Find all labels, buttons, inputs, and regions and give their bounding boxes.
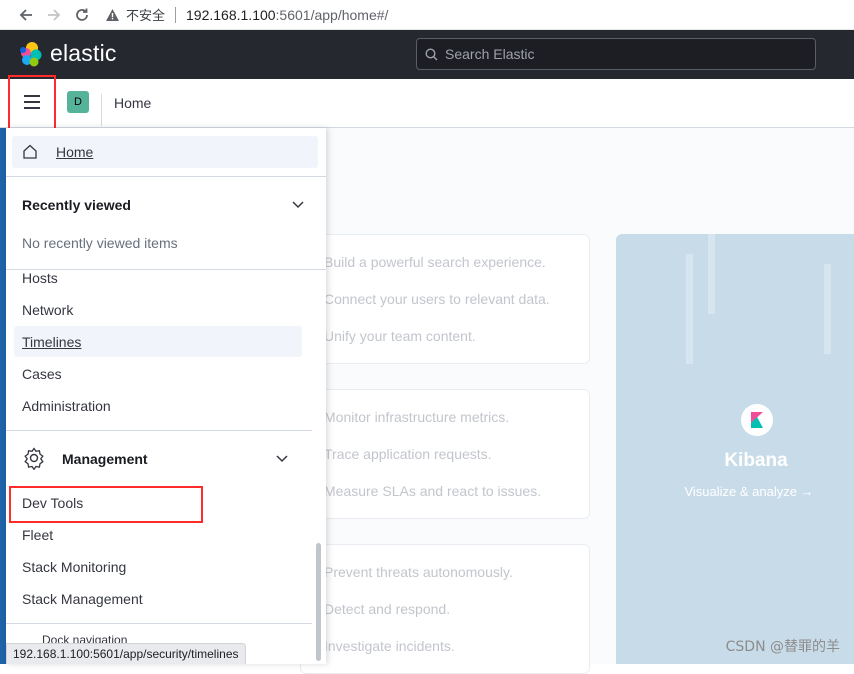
- address-bar[interactable]: 不安全 192.168.1.100:5601/app/home#/: [104, 2, 388, 28]
- url-host: 192.168.1.100: [186, 7, 276, 23]
- nav-item-timelines[interactable]: Timelines: [22, 334, 81, 350]
- divider: [6, 176, 326, 177]
- nav-home[interactable]: Home: [12, 136, 318, 168]
- nav-drawer: Home Recently viewed No recently viewed …: [6, 128, 326, 664]
- card-line: Trace application requests.: [324, 446, 492, 462]
- management-title[interactable]: Management: [62, 451, 148, 467]
- card-line: Detect and respond.: [324, 601, 450, 617]
- card-line: Investigate incidents.: [324, 638, 455, 654]
- observability-card[interactable]: Monitor infrastructure metrics. Trace ap…: [300, 389, 590, 519]
- forward-button[interactable]: [40, 3, 68, 27]
- nav-item-fleet[interactable]: Fleet: [22, 527, 53, 543]
- recently-viewed-empty: No recently viewed items: [22, 235, 178, 251]
- nav-item-stack-management[interactable]: Stack Management: [22, 591, 143, 607]
- security-card[interactable]: Prevent threats autonomously. Detect and…: [300, 544, 590, 674]
- divider: [6, 623, 312, 624]
- card-line: Connect your users to relevant data.: [324, 291, 550, 307]
- logo-text: elastic: [50, 40, 117, 67]
- kibana-logo-icon: [741, 404, 773, 436]
- nav-home-label: Home: [56, 144, 93, 160]
- warning-icon: [104, 7, 120, 23]
- home-icon: [22, 144, 38, 159]
- enterprise-search-card[interactable]: Build a powerful search experience. Conn…: [300, 234, 590, 364]
- url-path: :5601/app/home#/: [276, 7, 389, 23]
- nav-item-dev-tools[interactable]: Dev Tools: [22, 495, 83, 511]
- hamburger-icon[interactable]: [24, 95, 40, 109]
- kibana-title: Kibana: [616, 450, 854, 472]
- nav-item-administration[interactable]: Administration: [22, 398, 111, 414]
- global-search[interactable]: [416, 38, 816, 70]
- divider: [6, 430, 312, 431]
- chevron-down-icon[interactable]: [276, 455, 288, 463]
- card-line: Measure SLAs and react to issues.: [324, 483, 541, 499]
- search-input[interactable]: [445, 46, 805, 62]
- nav-item-network[interactable]: Network: [22, 302, 73, 318]
- elastic-logo-icon[interactable]: [18, 41, 44, 67]
- card-line: Unify your team content.: [324, 328, 476, 344]
- gear-icon: [22, 446, 46, 470]
- nav-item-cases[interactable]: Cases: [22, 366, 62, 382]
- nav-item-hosts[interactable]: Hosts: [22, 270, 58, 286]
- kibana-stripe: [686, 254, 693, 364]
- breadcrumb-divider: [101, 94, 102, 126]
- security-label: 不安全: [126, 5, 165, 24]
- chevron-down-icon[interactable]: [292, 201, 304, 209]
- elastic-header: elastic: [0, 30, 854, 79]
- breadcrumb-home: Home: [114, 95, 151, 111]
- breadcrumb-bar: D Home: [0, 79, 854, 128]
- reload-button[interactable]: [68, 3, 96, 27]
- browser-toolbar: 不安全 192.168.1.100:5601/app/home#/: [0, 0, 854, 30]
- recently-viewed-title[interactable]: Recently viewed: [22, 197, 131, 213]
- kibana-link[interactable]: Visualize & analyze →: [616, 484, 854, 499]
- status-bar-url: 192.168.1.100:5601/app/security/timeline…: [6, 643, 246, 664]
- address-divider: [175, 7, 176, 23]
- card-line: Prevent threats autonomously.: [324, 564, 513, 580]
- arrow-right-icon: [46, 7, 62, 23]
- nav-item-stack-monitoring[interactable]: Stack Monitoring: [22, 559, 126, 575]
- search-icon: [425, 48, 438, 61]
- card-line: Monitor infrastructure metrics.: [324, 409, 509, 425]
- watermark: CSDN @替罪的羊: [726, 636, 840, 656]
- drawer-scrollbar[interactable]: [316, 543, 321, 661]
- back-button[interactable]: [12, 3, 40, 27]
- space-avatar[interactable]: D: [67, 91, 89, 113]
- card-line: Build a powerful search experience.: [324, 254, 546, 270]
- arrow-left-icon: [18, 7, 34, 23]
- kibana-stripe: [824, 264, 831, 354]
- kibana-stripe: [708, 234, 715, 314]
- reload-icon: [74, 7, 90, 23]
- menu-toggle-highlight[interactable]: [8, 75, 56, 131]
- kibana-panel[interactable]: Kibana Visualize & analyze →: [616, 234, 854, 664]
